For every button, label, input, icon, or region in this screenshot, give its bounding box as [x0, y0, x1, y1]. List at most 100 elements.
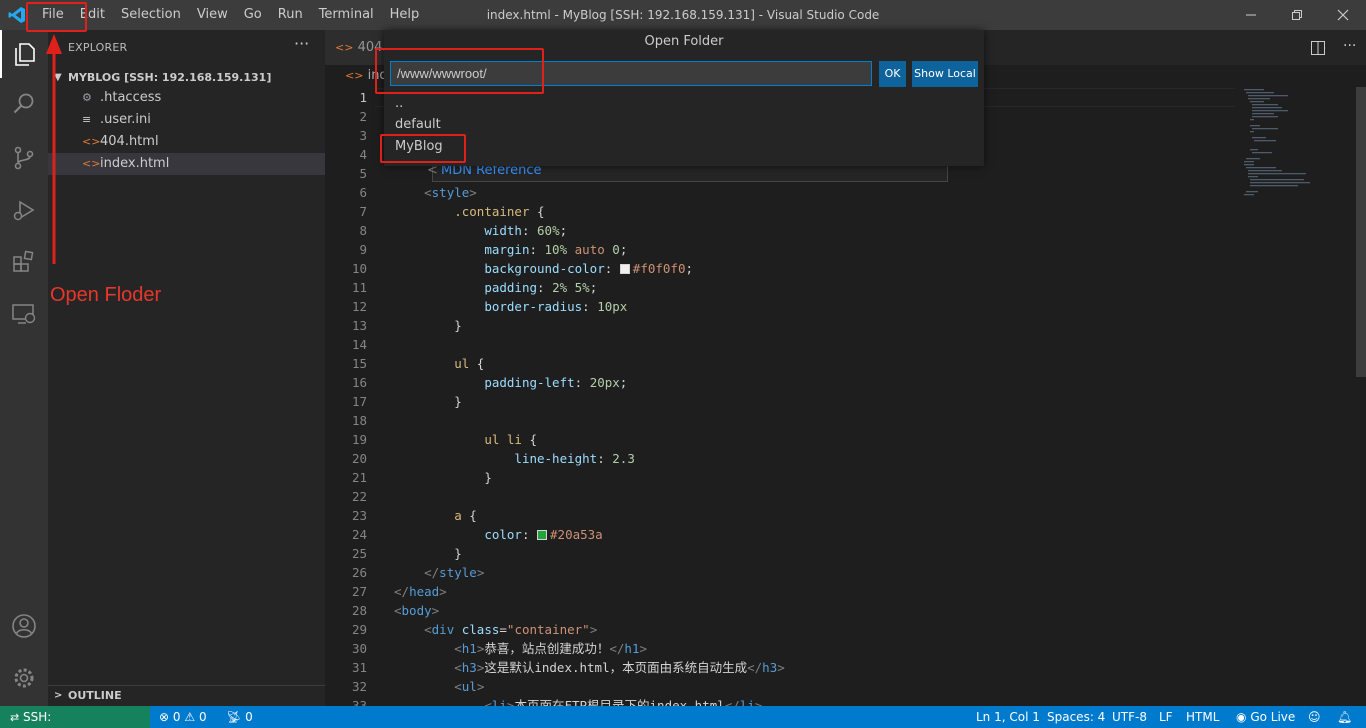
ports-indicator[interactable]: 📡︎ 0 — [226, 706, 253, 728]
menu-file[interactable]: File — [34, 0, 72, 30]
code-token: < — [394, 603, 402, 618]
line-code: ul { — [394, 354, 484, 373]
code-token: a — [454, 508, 462, 523]
line-code: margin: 10% auto 0; — [394, 240, 627, 259]
encoding[interactable]: UTF-8 — [1112, 706, 1147, 728]
code-token: body — [401, 603, 432, 618]
line-number: 19 — [351, 432, 367, 447]
restore-button[interactable] — [1274, 0, 1320, 30]
end-of-line[interactable]: LF — [1159, 706, 1173, 728]
ok-button[interactable]: OK — [879, 61, 906, 87]
code-line: 16 padding-left: 20px; — [325, 373, 1355, 392]
code-line: 9 margin: 10% auto 0; — [325, 240, 1355, 259]
show-local-button[interactable]: Show Local — [912, 61, 978, 87]
line-number: 3 — [359, 128, 367, 143]
file-item-user-ini[interactable]: ≡ .user.ini — [48, 109, 325, 131]
error-count: 0 — [172, 710, 181, 724]
code-token: ul — [454, 356, 470, 371]
minimap[interactable] — [1240, 87, 1355, 706]
menu-edit[interactable]: Edit — [72, 0, 113, 30]
code-token: > — [476, 565, 485, 580]
folder-item-myblog[interactable]: MyBlog — [384, 136, 984, 158]
line-number: 32 — [351, 679, 367, 694]
cursor-position[interactable]: Ln 1, Col 1 — [976, 706, 1040, 728]
activity-accounts[interactable] — [0, 602, 48, 650]
outline-section-header[interactable]: > OUTLINE — [48, 685, 325, 706]
line-number: 23 — [351, 508, 367, 523]
notifications-bell-icon[interactable]: 🔔︎ — [1337, 706, 1352, 728]
indentation[interactable]: Spaces: 4 — [1047, 706, 1105, 728]
line-code: <li>本页面在FTP根目录下的index.html</li> — [394, 696, 762, 706]
code-line: 12 border-radius: 10px — [325, 297, 1355, 316]
minimize-button[interactable] — [1228, 0, 1274, 30]
menu-help[interactable]: Help — [382, 0, 428, 30]
code-line: 31 <h3>这是默认index.html，本页面由系统自动生成</h3> — [325, 658, 1355, 677]
line-code: .container { — [394, 202, 544, 221]
code-line: 17 } — [325, 392, 1355, 411]
code-line: 24 color: #20a53a — [325, 525, 1355, 544]
remote-indicator[interactable]: ⇄ SSH: 192.168.159.131 — [0, 706, 150, 728]
more-actions-icon[interactable]: ··· — [1343, 38, 1356, 54]
code-token: 5% — [574, 280, 590, 295]
code-line: 32 <ul> — [325, 677, 1355, 696]
scrollbar-thumb[interactable] — [1356, 87, 1366, 377]
folder-path-input[interactable] — [390, 61, 872, 86]
menu-go[interactable]: Go — [236, 0, 270, 30]
menu-view[interactable]: View — [189, 0, 236, 30]
workspace-section-header[interactable]: ▼ MYBLOG [SSH: 192.168.159.131] — [48, 67, 325, 89]
folder-item-parent[interactable]: .. — [384, 93, 984, 115]
menu-run[interactable]: Run — [270, 0, 311, 30]
code-line: 14 — [325, 335, 1355, 354]
line-code: a { — [394, 506, 477, 525]
file-item-404-html[interactable]: <>404.html — [48, 131, 325, 153]
file-item-index-html[interactable]: <>index.html — [48, 153, 325, 175]
menu-terminal[interactable]: Terminal — [311, 0, 382, 30]
code-token: : — [521, 527, 538, 542]
code-token: } — [454, 546, 462, 561]
activity-remote-explorer[interactable] — [0, 290, 48, 338]
code-token: 60% — [537, 223, 560, 238]
file-name: index.html — [100, 156, 170, 171]
code-token: < — [454, 660, 462, 675]
line-code: <h1>恭喜，站点创建成功！</h1> — [394, 639, 647, 658]
line-code: padding-left: 20px; — [394, 373, 627, 392]
code-token: ul li — [484, 432, 522, 447]
folder-item-default[interactable]: default — [384, 114, 984, 136]
line-number: 16 — [351, 375, 367, 390]
line-code: border-radius: 10px — [394, 297, 627, 316]
code-token: color — [484, 527, 522, 542]
problems-indicator[interactable]: ⊗ 0 ⚠ 0 — [159, 706, 207, 728]
remote-host: SSH: 192.168.159.131 — [23, 710, 52, 724]
code-token: padding-left — [484, 375, 575, 390]
code-token: div — [431, 622, 455, 637]
line-number: 6 — [359, 185, 367, 200]
go-live-button[interactable]: ◉ Go Live — [1236, 706, 1295, 728]
line-code: color: #20a53a — [394, 525, 602, 544]
code-token: head — [409, 584, 440, 599]
color-swatch-icon — [619, 264, 630, 274]
html-file-icon: <> — [82, 157, 101, 170]
code-token: h1 — [624, 641, 640, 656]
file-item-htaccess[interactable]: ⚙ .htaccess — [48, 87, 325, 109]
feedback-icon[interactable]: ☺ — [1308, 706, 1321, 728]
more-actions-icon[interactable]: ··· — [294, 34, 309, 53]
line-number: 1 — [359, 90, 367, 105]
code-token: > — [476, 679, 485, 694]
line-number: 27 — [351, 584, 367, 599]
activity-manage[interactable] — [0, 654, 48, 702]
code-token: > — [469, 185, 477, 200]
menu-selection[interactable]: Selection — [113, 0, 189, 30]
outline-label: OUTLINE — [68, 689, 122, 702]
code-token: "container" — [506, 622, 590, 637]
code-token: style — [431, 185, 470, 200]
language-mode[interactable]: HTML — [1186, 706, 1219, 728]
split-editor-icon[interactable] — [1310, 40, 1326, 56]
close-button[interactable] — [1320, 0, 1366, 30]
html-file-icon: <> — [335, 41, 354, 54]
editor-scrollbar[interactable] — [1355, 87, 1366, 706]
code-token: < — [424, 185, 432, 200]
code-token: </ — [394, 584, 410, 599]
